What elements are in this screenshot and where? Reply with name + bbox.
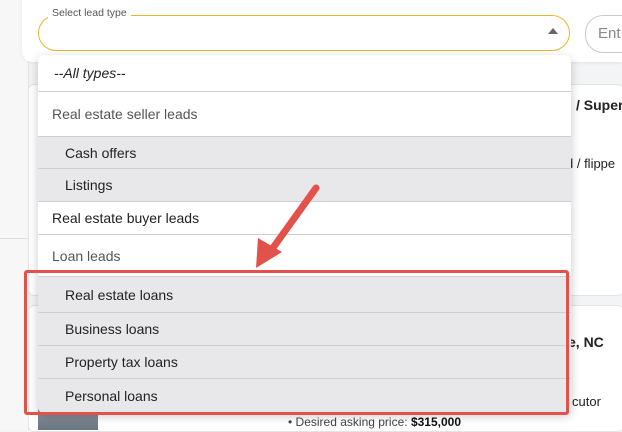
lead-card-detail-fragment: d / flippe xyxy=(566,156,616,171)
loan-options-highlight xyxy=(24,270,569,415)
lead-card-detail-fragment: cutor xyxy=(572,394,601,409)
lead-type-select[interactable] xyxy=(38,15,570,51)
caret-up-icon[interactable] xyxy=(548,28,558,34)
option-all-types[interactable]: --All types-- xyxy=(38,55,571,92)
search-input[interactable]: Ent xyxy=(585,15,622,53)
asking-price: • Desired asking price: $315,000 xyxy=(288,415,462,429)
group-header-seller-leads: Real estate seller leads xyxy=(38,92,571,137)
lead-type-select-label: Select lead type xyxy=(48,7,131,19)
lead-card-location-fragment: e, NC xyxy=(568,334,604,350)
option-cash-offers[interactable]: Cash offers xyxy=(38,137,571,169)
asking-price-label: Desired asking price: xyxy=(295,415,408,429)
option-buyer-leads[interactable]: Real estate buyer leads xyxy=(38,202,571,235)
sidebar-divider xyxy=(0,238,28,239)
option-listings[interactable]: Listings xyxy=(38,169,571,202)
asking-price-value: $315,000 xyxy=(410,415,462,429)
search-input-placeholder: Ent xyxy=(598,25,621,42)
lead-card-title-fragment: / Super xyxy=(576,97,622,113)
